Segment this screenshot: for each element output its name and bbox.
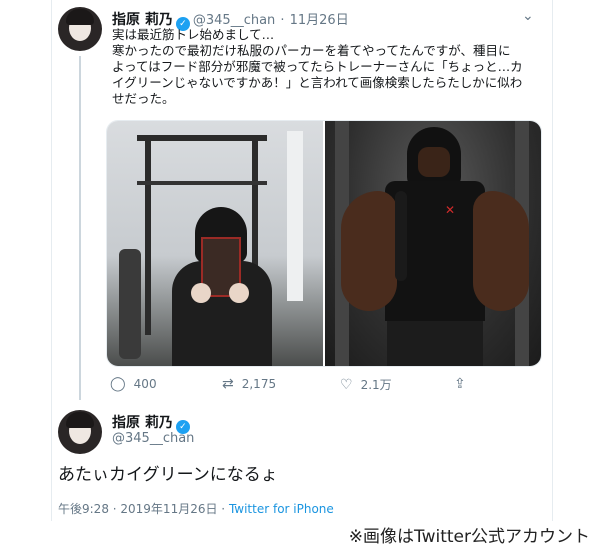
tweet-text-line: 実は最近筋トレ始めまして… — [112, 27, 275, 42]
tweet-date[interactable]: 11月26日 — [290, 13, 349, 28]
retweet-icon: ⇄ — [222, 376, 234, 392]
user-handle[interactable]: @345__chan — [193, 13, 275, 28]
speech-bubble-icon: ◯ — [110, 376, 126, 392]
display-name[interactable]: 指原 莉乃 — [112, 12, 173, 28]
retweet-count: 2,175 — [241, 377, 277, 391]
reply-button[interactable]: ◯ 400 — [110, 376, 157, 392]
like-button[interactable]: ♡ 2.1万 — [340, 376, 392, 393]
tweet-text-line: イグリーンじゃないですかあ！」と言われて画像検索したらたしかに似わ — [112, 75, 523, 90]
tweet-text-line: よってはフード部分が邪魔で被ってたらトレーナーさんに「ちょっと…カ — [112, 59, 523, 74]
tweet-text-line: 寒かったので最初だけ私服のパーカーを着てやってたんですが、種目に — [112, 43, 511, 58]
reply-text: あたぃカイグリーンになるょ — [58, 465, 278, 485]
source-app-link[interactable]: Twitter for iPhone — [229, 502, 334, 516]
bodybuilder-photo[interactable]: ✕ — [325, 121, 541, 366]
heart-icon: ♡ — [340, 376, 353, 393]
tweet-meta: 午後9:28 · 2019年11月26日 · Twitter for iPhon… — [58, 500, 334, 517]
share-button[interactable]: ⇪ — [454, 376, 466, 392]
display-name[interactable]: 指原 莉乃 — [112, 415, 173, 431]
reply-count: 400 — [133, 377, 157, 391]
tweet-text-line: せだった。 — [112, 91, 175, 106]
date-separator: · — [280, 13, 285, 28]
avatar[interactable] — [58, 7, 102, 51]
tweet-media[interactable]: ✕ — [106, 120, 542, 367]
thread-connector-line — [79, 56, 81, 400]
gym-selfie-photo[interactable] — [107, 121, 323, 366]
share-icon: ⇪ — [454, 376, 466, 392]
avatar[interactable] — [58, 410, 102, 454]
user-handle[interactable]: @345__chan — [112, 431, 194, 446]
chevron-down-icon[interactable]: ⌄ — [522, 8, 534, 24]
tweet-action-bar: ◯ 400 ⇄ 2,175 ♡ 2.1万 ⇪ — [110, 376, 540, 396]
like-count: 2.1万 — [360, 378, 392, 392]
tweet-timestamp[interactable]: 午後9:28 · 2019年11月26日 · — [58, 502, 225, 516]
image-credit-caption: ※画像はTwitter公式アカウント — [348, 527, 590, 547]
retweet-button[interactable]: ⇄ 2,175 — [222, 376, 276, 392]
tweet-body: 実は最近筋トレ始めまして… 寒かったので最初だけ私服のパーカーを着てやってたんで… — [112, 27, 542, 107]
